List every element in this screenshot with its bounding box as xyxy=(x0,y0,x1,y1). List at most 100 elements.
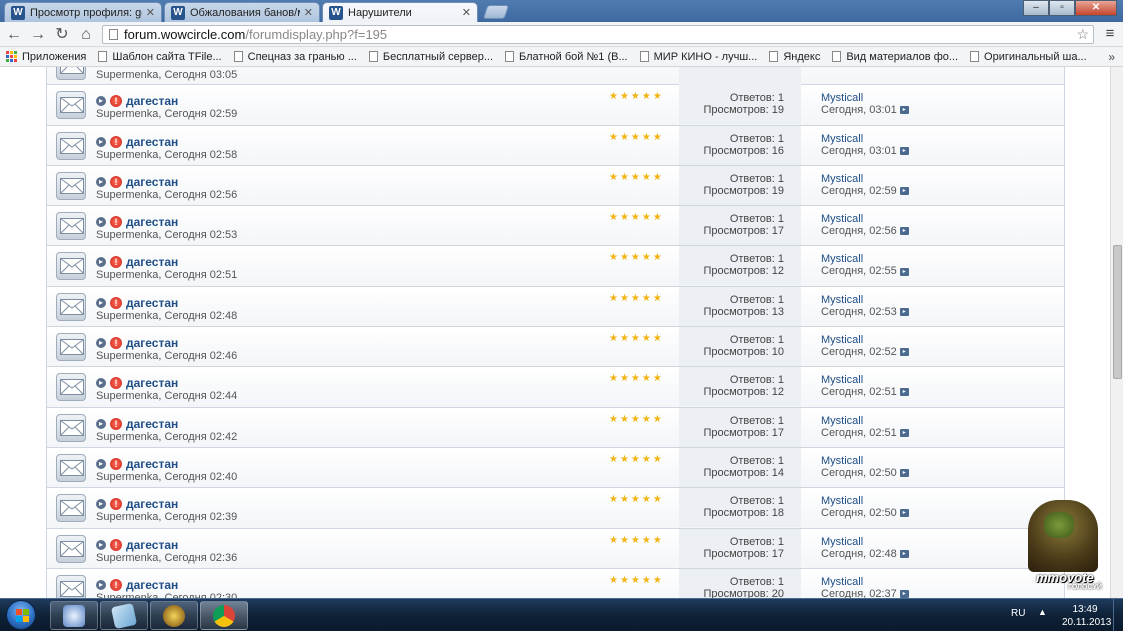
bookmark-item[interactable]: Блатной бой №1 (В... xyxy=(505,51,628,63)
thread-title-link[interactable]: дагестан xyxy=(126,538,178,552)
thread-author-link[interactable]: Supermenka xyxy=(96,189,158,201)
thread-title-link[interactable]: дагестан xyxy=(126,578,178,592)
page-scrollbar[interactable] xyxy=(1110,67,1123,598)
goto-last-post-icon[interactable]: ▸ xyxy=(899,589,909,598)
first-unread-icon[interactable]: ▸ xyxy=(96,217,106,228)
taskbar-app-wow[interactable] xyxy=(150,601,198,630)
thread-author-link[interactable]: Supermenka xyxy=(96,269,158,281)
bookmark-item[interactable]: Вид материалов фо... xyxy=(832,51,958,63)
tab-violators[interactable]: W Нарушители ✕ xyxy=(322,2,478,22)
bookmark-item[interactable]: Спецназ за гранью ... xyxy=(233,51,357,63)
thread-title-link[interactable]: дагестан xyxy=(126,417,178,431)
bookmark-item[interactable]: Яндекс xyxy=(769,51,820,63)
first-unread-icon[interactable]: ▸ xyxy=(96,257,106,268)
goto-last-post-icon[interactable]: ▸ xyxy=(899,106,909,115)
thread-author-link[interactable]: Supermenka xyxy=(96,69,158,81)
bookmark-item[interactable]: Оригинальный ша... xyxy=(970,51,1087,63)
clock[interactable]: 13:49 20.11.2013 xyxy=(1062,603,1111,629)
last-post-user-link[interactable]: Mysticall xyxy=(821,213,909,225)
first-unread-icon[interactable]: ▸ xyxy=(96,96,106,107)
thread-author-link[interactable]: Supermenka xyxy=(96,471,158,483)
thread-author-link[interactable]: Supermenka xyxy=(96,149,158,161)
goto-last-post-icon[interactable]: ▸ xyxy=(899,227,909,236)
scrollbar-thumb[interactable] xyxy=(1113,245,1122,379)
bookmark-item[interactable]: Бесплатный сервер... xyxy=(368,51,493,63)
tab-appeals[interactable]: W Обжалования банов/мут ✕ xyxy=(164,2,320,22)
goto-last-post-icon[interactable]: ▸ xyxy=(899,146,909,155)
thread-title-link[interactable]: дагестан xyxy=(126,94,178,108)
thread-author-link[interactable]: Supermenka xyxy=(96,390,158,402)
first-unread-icon[interactable]: ▸ xyxy=(96,418,106,429)
taskbar-app-jump[interactable] xyxy=(50,601,98,630)
thread-title-link[interactable]: дагестан xyxy=(126,497,178,511)
home-button[interactable]: ⌂ xyxy=(76,25,96,45)
last-post-user-link[interactable]: Mysticall xyxy=(821,374,909,386)
mmovote-widget[interactable]: mmovote ГОЛОСУЙ xyxy=(1014,500,1110,598)
tab-profile[interactable]: W Просмотр профиля: gde ✕ xyxy=(4,2,162,22)
goto-last-post-icon[interactable]: ▸ xyxy=(899,388,909,397)
first-unread-icon[interactable]: ▸ xyxy=(96,136,106,147)
thread-title-link[interactable]: дагестан xyxy=(126,336,178,350)
close-tab-icon[interactable]: ✕ xyxy=(146,6,155,19)
thread-author-link[interactable]: Supermenka xyxy=(96,431,158,443)
goto-last-post-icon[interactable]: ▸ xyxy=(899,348,909,357)
last-post-user-link[interactable]: Mysticall xyxy=(821,495,909,507)
last-post-user-link[interactable]: Mysticall xyxy=(821,173,909,185)
back-button[interactable]: ← xyxy=(4,25,24,45)
thread-title-link[interactable]: дагестан xyxy=(126,296,178,310)
first-unread-icon[interactable]: ▸ xyxy=(96,539,106,550)
language-indicator[interactable]: RU xyxy=(1011,608,1025,619)
thread-title-link[interactable]: дагестан xyxy=(126,215,178,229)
thread-author-link[interactable]: Supermenka xyxy=(96,552,158,564)
last-post-user-link[interactable]: Mysticall xyxy=(821,334,909,346)
taskbar-app-chrome[interactable] xyxy=(200,601,248,630)
bookmark-star-icon[interactable]: ☆ xyxy=(1076,26,1089,43)
first-unread-icon[interactable]: ▸ xyxy=(96,579,106,590)
last-post-user-link[interactable]: Mysticall xyxy=(821,536,909,548)
last-post-user-link[interactable]: Mysticall xyxy=(821,455,909,467)
thread-title-link[interactable]: дагестан xyxy=(126,135,178,149)
thread-title-link[interactable]: дагестан xyxy=(126,457,178,471)
goto-last-post-icon[interactable]: ▸ xyxy=(899,186,909,195)
chrome-menu-button[interactable]: ≡ xyxy=(1102,25,1118,43)
tray-expand-icon[interactable]: ▲ xyxy=(1038,607,1047,617)
address-bar[interactable]: forum.wowcircle.com/forumdisplay.php?f=1… xyxy=(102,25,1094,44)
last-post-user-link[interactable]: Mysticall xyxy=(821,415,909,427)
thread-title-link[interactable]: дагестан xyxy=(126,376,178,390)
bookmark-item[interactable]: Шаблон сайта TFile... xyxy=(98,51,222,63)
minimize-button[interactable]: – xyxy=(1023,0,1049,16)
bookmarks-overflow-button[interactable]: » xyxy=(1108,47,1115,67)
forward-button[interactable]: → xyxy=(28,25,48,45)
bookmark-item[interactable]: МИР КИНО - лучш... xyxy=(639,51,757,63)
goto-last-post-icon[interactable]: ▸ xyxy=(899,469,909,478)
apps-shortcut[interactable]: Приложения xyxy=(6,50,86,63)
start-button[interactable] xyxy=(2,599,42,631)
first-unread-icon[interactable]: ▸ xyxy=(96,338,106,349)
last-post-user-link[interactable]: Mysticall xyxy=(821,253,909,265)
new-tab-button[interactable] xyxy=(482,5,510,19)
goto-last-post-icon[interactable]: ▸ xyxy=(899,307,909,316)
taskbar-app-notepad[interactable] xyxy=(100,601,148,630)
first-unread-icon[interactable]: ▸ xyxy=(96,378,106,389)
maximize-button[interactable]: ▫ xyxy=(1049,0,1075,16)
last-post-user-link[interactable]: Mysticall xyxy=(821,92,909,104)
thread-author-link[interactable]: Supermenka xyxy=(96,108,158,120)
first-unread-icon[interactable]: ▸ xyxy=(96,458,106,469)
goto-last-post-icon[interactable]: ▸ xyxy=(899,549,909,558)
goto-last-post-icon[interactable]: ▸ xyxy=(899,267,909,276)
last-post-user-link[interactable]: Mysticall xyxy=(821,576,909,588)
thread-author-link[interactable]: Supermenka xyxy=(96,310,158,322)
close-tab-icon[interactable]: ✕ xyxy=(304,6,313,19)
thread-title-link[interactable]: дагестан xyxy=(126,175,178,189)
close-window-button[interactable]: ✕ xyxy=(1075,0,1117,16)
last-post-user-link[interactable]: Mysticall xyxy=(821,294,909,306)
first-unread-icon[interactable]: ▸ xyxy=(96,297,106,308)
thread-title-link[interactable]: дагестан xyxy=(126,255,178,269)
first-unread-icon[interactable]: ▸ xyxy=(96,499,106,510)
first-unread-icon[interactable]: ▸ xyxy=(96,176,106,187)
last-post-user-link[interactable]: Mysticall xyxy=(821,133,909,145)
goto-last-post-icon[interactable]: ▸ xyxy=(899,509,909,518)
show-desktop-button[interactable] xyxy=(1113,599,1123,631)
close-tab-icon[interactable]: ✕ xyxy=(462,6,471,19)
thread-author-link[interactable]: Supermenka xyxy=(96,511,158,523)
